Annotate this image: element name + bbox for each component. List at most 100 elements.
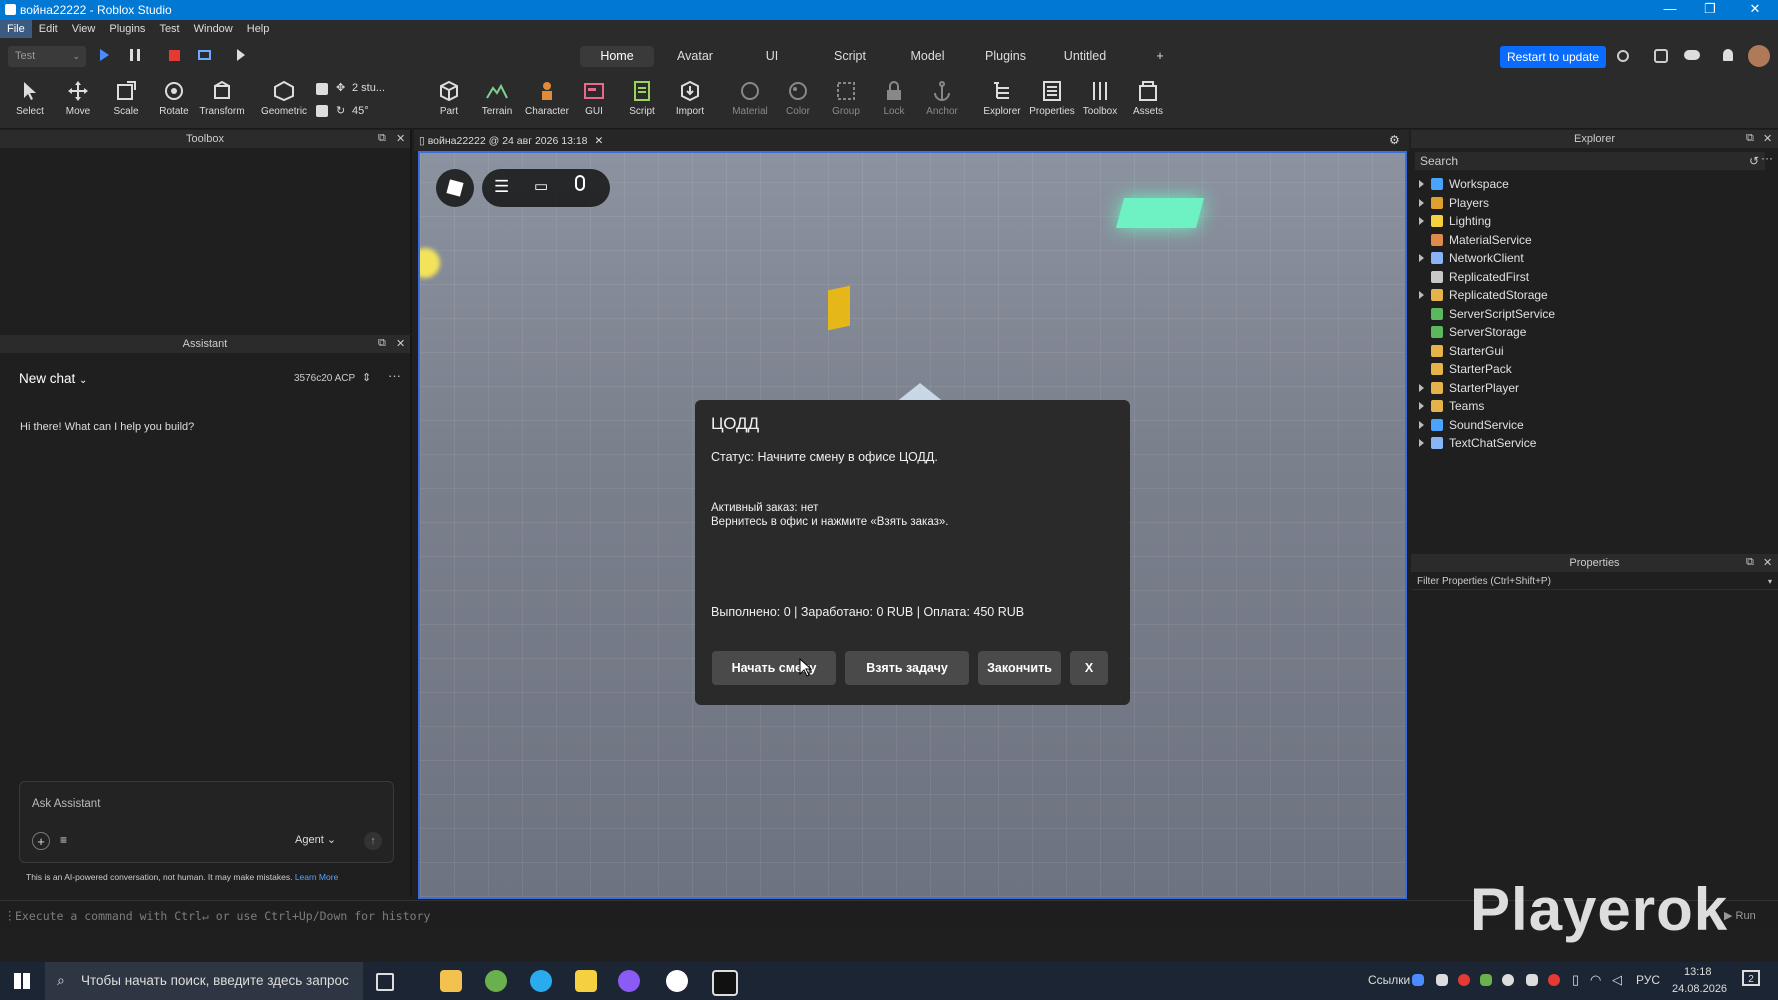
tab-avatar[interactable]: Avatar [665,46,725,67]
minimize-button[interactable]: — [1650,0,1690,20]
explorer-search[interactable]: Search ↺ [1415,152,1765,170]
take-task-button[interactable]: Взять задачу [845,651,969,685]
assistant-input-box[interactable]: Ask Assistant + ≡ Agent ⌄ ↑ [19,781,394,863]
move-snap-checkbox[interactable] [316,83,328,95]
expand-arrow-icon[interactable] [1419,439,1424,447]
more-options-icon[interactable]: ··· [388,368,401,383]
task-view-icon[interactable] [376,973,394,991]
mode-select[interactable]: Test ⌄ [8,46,86,67]
edit-material[interactable]: Material [726,77,774,125]
insert-character[interactable]: Character [521,77,573,125]
gear-icon[interactable]: ⚙ [1389,133,1400,147]
tool-move[interactable]: Move [54,77,102,125]
tab-model[interactable]: Model [900,46,955,67]
bell-icon[interactable] [1723,49,1733,61]
roblox-menu-button[interactable] [436,169,474,207]
expand-arrow-icon[interactable] [1419,217,1424,225]
battery-icon[interactable]: ▯ [1572,972,1579,988]
tool-select[interactable]: Select [6,77,54,125]
panel-explorer[interactable]: Explorer [978,77,1026,125]
tool-transform[interactable]: Transform [198,77,246,125]
menu-help[interactable]: Help [240,20,277,38]
insert-import[interactable]: Import [666,77,714,125]
menu-window[interactable]: Window [187,20,240,38]
panel-properties[interactable]: Properties [1026,77,1078,125]
tray-app-icon[interactable] [1526,974,1538,986]
learn-more-link[interactable]: Learn More [295,872,338,882]
menu-plugins[interactable]: Plugins [102,20,152,38]
expand-arrow-icon[interactable] [1419,291,1424,299]
finish-button[interactable]: Закончить [978,651,1061,685]
run-button[interactable]: ▶ Run [1724,909,1756,922]
rotate-snap-checkbox[interactable] [316,105,328,117]
menu-test[interactable]: Test [152,20,186,38]
rotate-snap-value[interactable]: 45° [352,105,369,117]
close-icon[interactable]: ✕ [396,132,405,145]
language-indicator[interactable]: РУС [1636,973,1660,987]
taskbar-search-input[interactable]: Чтобы начать поиск, введите здесь запрос [81,973,349,988]
chat-app-icon[interactable] [618,970,640,992]
add-attachment-icon[interactable]: + [32,832,50,850]
wifi-icon[interactable]: ◠ [1590,972,1601,988]
screen-icon[interactable] [198,50,211,60]
cloud-icon[interactable] [1684,50,1700,60]
tray-app-icon[interactable] [1480,974,1492,986]
tab-untitled[interactable]: Untitled [1055,46,1115,67]
tray-app-icon[interactable] [1412,974,1424,986]
close-tab-icon[interactable]: ✕ [594,135,603,147]
pause-icon[interactable] [130,49,140,61]
tab-ui[interactable]: UI [752,46,792,67]
sort-icon[interactable]: ⇕ [362,371,371,384]
step-icon[interactable] [237,49,245,61]
close-icon[interactable]: ✕ [1763,556,1772,569]
links-toolbar[interactable]: Ссылки [1368,973,1410,987]
undock-icon[interactable]: ⧉ [1746,556,1754,569]
volume-icon[interactable]: ◁ [1612,972,1622,988]
menu-edit[interactable]: Edit [32,20,65,38]
expand-arrow-icon[interactable] [1419,402,1424,410]
start-shift-button[interactable]: Начать смену [712,651,836,685]
history-icon[interactable]: ↺ [1749,152,1759,170]
hamburger-menu-icon[interactable]: ☰ [494,177,509,197]
restart-to-update-button[interactable]: Restart to update [1500,46,1606,68]
edit-anchor[interactable]: Anchor [918,77,966,125]
chat-selector[interactable]: New chat ⌄ [19,371,87,386]
file-explorer-icon[interactable] [440,970,462,992]
expand-arrow-icon[interactable] [1419,420,1424,429]
tab-home[interactable]: Home [580,46,654,67]
explorer-search-input[interactable]: Search [1420,154,1458,168]
close-icon[interactable]: ✕ [1763,132,1772,145]
assistant-input[interactable]: Ask Assistant [32,798,100,810]
maximize-button[interactable]: ❐ [1690,0,1730,20]
tool-rotate[interactable]: Rotate [150,77,198,125]
insert-part[interactable]: Part [425,77,473,125]
taskbar-search[interactable]: ⌕ Чтобы начать поиск, введите здесь запр… [45,962,363,1000]
avatar[interactable] [1748,45,1770,67]
menu-file[interactable]: File [0,20,32,38]
undock-icon[interactable]: ⧉ [1746,132,1754,145]
expand-arrow-icon[interactable] [1419,254,1424,262]
play-icon[interactable] [100,49,109,61]
tray-app-icon[interactable] [1458,974,1470,986]
tool-scale[interactable]: Scale [102,77,150,125]
menu-view[interactable]: View [65,20,103,38]
vpn-app-icon[interactable] [575,970,597,992]
tab-plugins[interactable]: Plugins [978,46,1033,67]
expand-arrow-icon[interactable] [1419,180,1424,188]
undock-icon[interactable]: ⧉ [378,337,386,350]
more-options-icon[interactable]: ··· [1761,151,1773,165]
chat-icon[interactable]: ▭ [534,177,548,195]
insert-script[interactable]: Script [618,77,666,125]
panel-assets[interactable]: Assets [1124,77,1172,125]
edit-color[interactable]: Color [774,77,822,125]
telegram-icon[interactable] [530,970,552,992]
agent-mode-select[interactable]: Agent ⌄ [295,833,336,846]
roblox-studio-taskbar-icon[interactable] [712,970,738,996]
dialog-close-button[interactable]: X [1070,651,1108,685]
share-icon[interactable] [1617,50,1629,62]
xbox-app-icon[interactable] [485,970,507,992]
edit-group[interactable]: Group [822,77,870,125]
undock-icon[interactable]: ⧉ [378,132,386,145]
settings-sliders-icon[interactable]: ≡ [60,833,67,847]
clock-date[interactable]: 24.08.2026 [1672,983,1727,995]
